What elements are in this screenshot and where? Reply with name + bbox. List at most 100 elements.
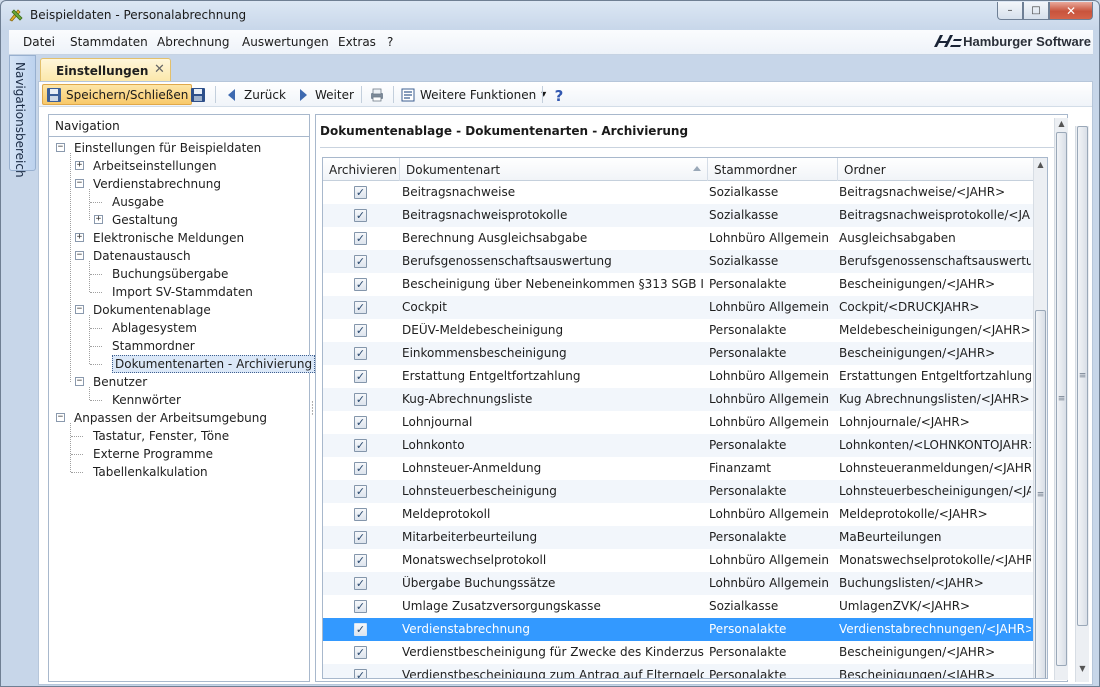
scroll-down-icon[interactable]: ▼ xyxy=(1076,664,1089,678)
expand-icon[interactable]: + xyxy=(94,215,103,224)
close-button[interactable]: ✕ xyxy=(1049,2,1093,20)
archive-checkbox[interactable]: ✓ xyxy=(354,600,367,613)
pane-scroll-up-icon[interactable]: ▲ xyxy=(1055,119,1068,133)
tree-item[interactable]: − Einstellungen für Beispieldaten xyxy=(49,139,309,157)
archive-checkbox[interactable]: ✓ xyxy=(354,646,367,659)
table-row[interactable]: ✓ Lohnkonto Personalakte Lohnkonten/<LOHNKO… xyxy=(323,434,1033,457)
tree-item[interactable]: Ablagesystem xyxy=(49,319,309,337)
archive-checkbox[interactable]: ✓ xyxy=(354,531,367,544)
minimize-button[interactable]: – xyxy=(997,2,1023,20)
window-scrollbar[interactable]: ≡ ▼ xyxy=(1075,126,1089,682)
pane-scrollbar[interactable]: ▲ ≡ xyxy=(1054,118,1068,680)
table-scrollbar[interactable]: ▲ ≡ xyxy=(1033,158,1047,678)
table-row[interactable]: ✓ Verdienstabrechnung Personalakte Verdiens… xyxy=(323,618,1033,641)
tree-item[interactable]: Tastatur, Fenster, Töne xyxy=(49,427,309,445)
tree-item[interactable]: Dokumentenarten - Archivierung xyxy=(49,355,316,373)
archive-checkbox[interactable]: ✓ xyxy=(354,393,367,406)
expand-icon[interactable]: + xyxy=(75,233,84,242)
menu-auswertungen[interactable]: Auswertungen xyxy=(242,35,329,49)
tree-item[interactable]: − Dokumentenablage xyxy=(49,301,309,319)
tree-item[interactable]: Kennwörter xyxy=(49,391,309,409)
archive-checkbox[interactable]: ✓ xyxy=(354,232,367,245)
archive-checkbox[interactable]: ✓ xyxy=(354,508,367,521)
help-button[interactable]: ? xyxy=(548,84,570,105)
table-row[interactable]: ✓ Mitarbeiterbeurteilung Personalakte MaBeu… xyxy=(323,526,1033,549)
column-ordner[interactable]: Ordner xyxy=(838,158,1033,181)
collapse-icon[interactable]: − xyxy=(56,413,65,422)
menu-datei[interactable]: Datei xyxy=(23,35,55,49)
archive-checkbox[interactable]: ✓ xyxy=(354,347,367,360)
navigation-area-tab[interactable]: Navigationsbereich xyxy=(9,55,36,178)
table-row[interactable]: ✓ Lohnsteuerbescheinigung Personalakte Lohn… xyxy=(323,480,1033,503)
collapse-icon[interactable]: − xyxy=(75,179,84,188)
table-row[interactable]: ✓ Berechnung Ausgleichsabgabe Lohnbüro All… xyxy=(323,227,1033,250)
pane-scroll-thumb[interactable]: ≡ xyxy=(1056,132,1067,666)
menu-stammdaten[interactable]: Stammdaten xyxy=(70,35,148,49)
save-button[interactable] xyxy=(187,84,209,105)
archive-checkbox[interactable]: ✓ xyxy=(354,462,367,475)
archive-checkbox[interactable]: ✓ xyxy=(354,577,367,590)
archive-checkbox[interactable]: ✓ xyxy=(354,324,367,337)
column-archivieren[interactable]: Archivieren xyxy=(323,158,400,181)
maximize-button[interactable]: □ xyxy=(1023,2,1049,20)
scroll-up-icon[interactable]: ▲ xyxy=(1034,160,1047,174)
archive-checkbox[interactable]: ✓ xyxy=(354,278,367,291)
table-row[interactable]: ✓ Verdienstbescheinigung für Zwecke des K… xyxy=(323,641,1033,664)
tree-item[interactable]: Import SV-Stammdaten xyxy=(49,283,309,301)
tree-item[interactable]: + Elektronische Meldungen xyxy=(49,229,309,247)
more-functions-button[interactable]: Weitere Funktionen ▾ xyxy=(397,84,549,105)
menu-extras[interactable]: Extras xyxy=(338,35,376,49)
collapse-icon[interactable]: − xyxy=(56,143,65,152)
title-bar[interactable]: Beispieldaten - Personalabrechnung – □ ✕ xyxy=(1,1,1099,30)
archive-checkbox[interactable]: ✓ xyxy=(354,370,367,383)
table-row[interactable]: ✓ Umlage Zusatzversorgungskasse Sozialkass… xyxy=(323,595,1033,618)
archive-checkbox[interactable]: ✓ xyxy=(354,669,367,678)
menu-help[interactable]: ? xyxy=(387,35,393,49)
table-row[interactable]: ✓ Monatswechselprotokoll Lohnbüro Allgemei… xyxy=(323,549,1033,572)
archive-checkbox[interactable]: ✓ xyxy=(354,623,367,636)
table-row[interactable]: ✓ Cockpit Lohnbüro Allgemein Cockpit/<DRUCK… xyxy=(323,296,1033,319)
tree-item[interactable]: Ausgabe xyxy=(49,193,309,211)
menu-abrechnung[interactable]: Abrechnung xyxy=(157,35,230,49)
back-button[interactable]: Zurück xyxy=(221,84,289,105)
tree-item[interactable]: Buchungsübergabe xyxy=(49,265,309,283)
tab-close-icon[interactable]: ✕ xyxy=(154,62,165,77)
tab-einstellungen[interactable]: Einstellungen ✕ xyxy=(40,58,171,82)
tree-item[interactable]: Externe Programme xyxy=(49,445,309,463)
tree-item[interactable]: + Arbeitseinstellungen xyxy=(49,157,309,175)
table-row[interactable]: ✓ Lohnsteuer-Anmeldung Finanzamt Lohnsteuer… xyxy=(323,457,1033,480)
table-row[interactable]: ✓ DEÜV-Meldebescheinigung Personalakte Meld… xyxy=(323,319,1033,342)
collapse-icon[interactable]: − xyxy=(75,251,84,260)
collapse-icon[interactable]: − xyxy=(75,305,84,314)
table-row[interactable]: ✓ Erstattung Entgeltfortzahlung Lohnbüro A… xyxy=(323,365,1033,388)
tree-item[interactable]: − Benutzer xyxy=(49,373,309,391)
table-row[interactable]: ✓ Bescheinigung über Nebeneinkommen §313 … xyxy=(323,273,1033,296)
archive-checkbox[interactable]: ✓ xyxy=(354,554,367,567)
table-row[interactable]: ✓ Berufsgenossenschaftsauswertung Sozialka… xyxy=(323,250,1033,273)
tree-item[interactable]: − Datenaustausch xyxy=(49,247,309,265)
column-dokumentenart[interactable]: Dokumentenart xyxy=(400,158,708,181)
print-button[interactable] xyxy=(366,84,388,105)
expand-icon[interactable]: + xyxy=(75,161,84,170)
archive-checkbox[interactable]: ✓ xyxy=(354,485,367,498)
collapse-icon[interactable]: − xyxy=(75,377,84,386)
tree-item[interactable]: − Verdienstabrechnung xyxy=(49,175,309,193)
archive-checkbox[interactable]: ✓ xyxy=(354,301,367,314)
save-close-button[interactable]: Speichern/Schließen xyxy=(42,84,193,105)
table-row[interactable]: ✓ Beitragsnachweise Sozialkasse Beitragsnac… xyxy=(323,181,1033,204)
forward-button[interactable]: Weiter xyxy=(292,84,357,105)
tree-item[interactable]: + Gestaltung xyxy=(49,211,309,229)
tree-item[interactable]: Tabellenkalkulation xyxy=(49,463,309,481)
table-row[interactable]: ✓ Übergabe Buchungssätze Lohnbüro Allgemei… xyxy=(323,572,1033,595)
table-row[interactable]: ✓ Kug-Abrechnungsliste Lohnbüro Allgemein K… xyxy=(323,388,1033,411)
tree-item[interactable]: − Anpassen der Arbeitsumgebung xyxy=(49,409,309,427)
table-row[interactable]: ✓ Meldeprotokoll Lohnbüro Allgemein Meldepr… xyxy=(323,503,1033,526)
archive-checkbox[interactable]: ✓ xyxy=(354,255,367,268)
table-row[interactable]: ✓ Einkommensbescheinigung Personalakte Besc… xyxy=(323,342,1033,365)
tree-item[interactable]: Stammordner xyxy=(49,337,309,355)
window-scroll-thumb[interactable]: ≡ xyxy=(1077,126,1088,626)
archive-checkbox[interactable]: ✓ xyxy=(354,209,367,222)
table-row[interactable]: ✓ Verdienstbescheinigung zum Antrag auf E… xyxy=(323,664,1033,678)
archive-checkbox[interactable]: ✓ xyxy=(354,186,367,199)
table-row[interactable]: ✓ Beitragsnachweisprotokolle Sozialkasse Be… xyxy=(323,204,1033,227)
